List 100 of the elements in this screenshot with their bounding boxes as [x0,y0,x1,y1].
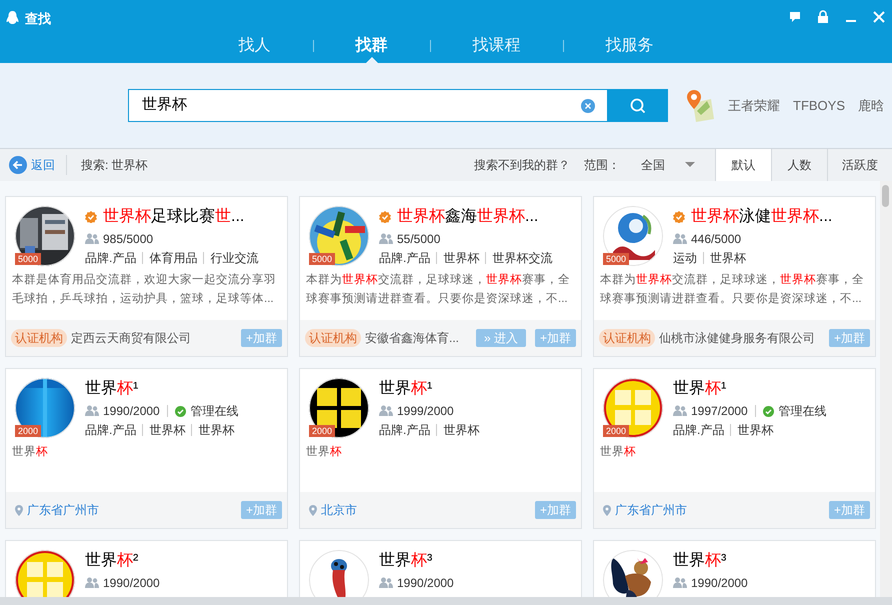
caret-icon [685,162,695,168]
members-icon [673,577,687,589]
group-tag: 世界杯 [710,249,746,267]
location-pin-icon [603,504,611,516]
group-tag: 运动 [673,249,697,267]
scope-label: 范围： [584,157,620,174]
group-card[interactable]: 2000 世界杯¹ 1999/2000 品牌.产品 世界杯 世界杯 北京市 +加群 [299,368,582,529]
group-name[interactable]: 世界杯³ [673,549,726,573]
group-tag: 世界杯 [443,249,480,267]
group-tag: 体育用品 [149,249,198,267]
group-card[interactable]: 5000 世界杯鑫海世界杯... 55/5000 品牌.产品 世界杯 世界杯交流 本群为世界杯交流群，足球球迷，世界杯赛事，全球赛事预测请进群查看。只要你是资深球迷，不... 认证机构 安徽省鑫海体育... » 进入 +加群 [299,196,582,357]
group-name[interactable]: 世界杯足球比赛世... [103,205,244,229]
search-query: 搜索: 世界杯 [81,157,148,174]
members-icon [85,405,99,417]
group-tag: 世界杯 [443,421,480,439]
members-icon [85,577,99,589]
capacity-badge: 5000 [603,253,630,265]
location-link[interactable]: 广东省广州市 [615,501,687,519]
member-count: 1990/2000 [103,575,160,592]
capacity-badge: 5000 [309,253,336,265]
group-description: 本群是体育用品交流群，欢迎大家一起交流分享羽毛球拍，乒乓球拍，运动护具，篮球，足球等体... [12,272,277,307]
search-button[interactable] [608,89,668,122]
member-count: 55/5000 [397,231,440,248]
close-icon[interactable] [872,10,886,24]
capacity-badge: 2000 [15,425,42,437]
member-count: 1999/2000 [397,403,454,420]
lock-icon[interactable] [816,10,830,24]
group-tag: 品牌.产品 [85,249,136,267]
member-count: 1997/2000 [691,403,748,420]
help-link[interactable]: 搜索不到我的群？ [474,156,570,174]
location-link[interactable]: 北京市 [321,501,357,519]
sort-tab[interactable]: 默认 [715,149,771,181]
keyword-link[interactable]: 鹿晗 [858,96,884,116]
group-card[interactable]: 世界杯³ 1990/2000 [299,540,582,597]
keyword-link[interactable]: 王者荣耀 [728,96,780,116]
verified-icon [673,211,685,223]
scrollbar-thumb[interactable] [882,185,889,207]
member-count: 985/5000 [103,231,154,248]
group-card[interactable]: 5000 世界杯泳健世界杯... 446/5000 运动 世界杯 本群为世界杯交流群，足球球迷，世界杯赛事，全球赛事预测请进群查看。只要你是资深球迷，不... 认证机构 仙桃市泳健健身服务有限公司 +加群 [593,196,876,357]
back-link[interactable]: 返回 [31,156,55,174]
location-link[interactable]: 广东省广州市 [27,501,99,519]
group-name[interactable]: 世界杯¹ [673,377,726,401]
members-icon [379,577,393,589]
certified-badge: 认证机构 [11,329,67,347]
clear-icon[interactable] [581,98,595,112]
search-field[interactable]: 世界杯 [128,89,608,122]
members-icon [379,233,393,245]
feedback-icon[interactable] [788,10,802,24]
group-tag: 世界杯 [198,421,234,439]
location-pin-icon [309,504,317,516]
group-card[interactable]: 2000 世界杯¹ 1990/2000 管理在线 品牌.产品 世界杯 世界杯 世界杯 广东省广州市 +加群 [5,368,288,529]
group-name[interactable]: 世界杯鑫海世界杯... [397,205,538,229]
group-tag: 世界杯 [149,421,186,439]
member-count: 1990/2000 [691,575,748,592]
group-description: 世界杯 [600,444,637,460]
organization-name: 定西云天商贸有限公司 [71,330,191,347]
search-icon [630,98,646,114]
group-tag: 世界杯交流 [492,249,552,267]
members-icon [673,233,687,245]
keyword-link[interactable]: TFBOYS [793,96,846,116]
certified-badge: 认证机构 [305,329,361,347]
map-pin-icon[interactable] [685,88,715,122]
group-description: 本群为世界杯交流群，足球球迷，世界杯赛事，全球赛事预测请进群查看。只要你是资深球迷，不... [600,272,865,307]
group-card[interactable]: 世界杯³ 1990/2000 [593,540,876,597]
capacity-badge: 2000 [309,425,336,437]
members-icon [673,405,687,417]
group-tag: 行业交流 [210,249,258,267]
group-description: 本群为世界杯交流群，足球球迷，世界杯赛事，全球赛事预测请进群查看。只要你是资深球迷，不... [306,272,571,307]
group-tag: 品牌.产品 [379,249,430,267]
location-pin-icon [15,504,23,516]
group-tag: 品牌.产品 [673,421,724,439]
admin-status: 管理在线 [190,403,239,420]
member-count: 1990/2000 [103,403,160,420]
group-card[interactable]: 5000 世界杯足球比赛世... 985/5000 品牌.产品 体育用品 行业交流 本群是体育用品交流群，欢迎大家一起交流分享羽毛球拍，乒乓球拍，运动护具，篮球，足球等体... 认证机构 定西云天商贸有限公司 +加群 [5,196,288,357]
scope-dropdown[interactable]: 全国 [641,156,695,174]
capacity-badge: 5000 [15,253,42,265]
window-title: 查找 [25,10,51,28]
group-card[interactable]: 2000 世界杯¹ 1997/2000 管理在线 品牌.产品 世界杯 世界杯 广东省广州市 +加群 [593,368,876,529]
member-count: 446/5000 [691,231,742,248]
group-name[interactable]: 世界杯泳健世界杯... [691,205,832,229]
certified-badge: 认证机构 [599,329,655,347]
group-description: 世界杯 [306,444,343,460]
group-tag: 品牌.产品 [85,421,136,439]
group-description: 世界杯 [12,444,49,460]
group-name[interactable]: 世界杯¹ [379,377,432,401]
member-count: 1990/2000 [397,575,454,592]
verified-icon [85,211,97,223]
group-name[interactable]: 世界杯¹ [85,377,138,401]
group-name[interactable]: 世界杯² [85,549,138,573]
group-name[interactable]: 世界杯³ [379,549,432,573]
members-icon [85,233,99,245]
group-card[interactable]: 世界杯² 1990/2000 [5,540,288,597]
organization-name: 安徽省鑫海体育... [365,330,460,347]
organization-name: 仙桃市泳健健身服务有限公司 [659,330,815,347]
capacity-badge: 2000 [603,425,630,437]
members-icon [379,405,393,417]
group-tag: 世界杯 [737,421,774,439]
admin-status: 管理在线 [778,403,827,420]
verified-icon [379,211,391,223]
group-tag: 品牌.产品 [379,421,430,439]
